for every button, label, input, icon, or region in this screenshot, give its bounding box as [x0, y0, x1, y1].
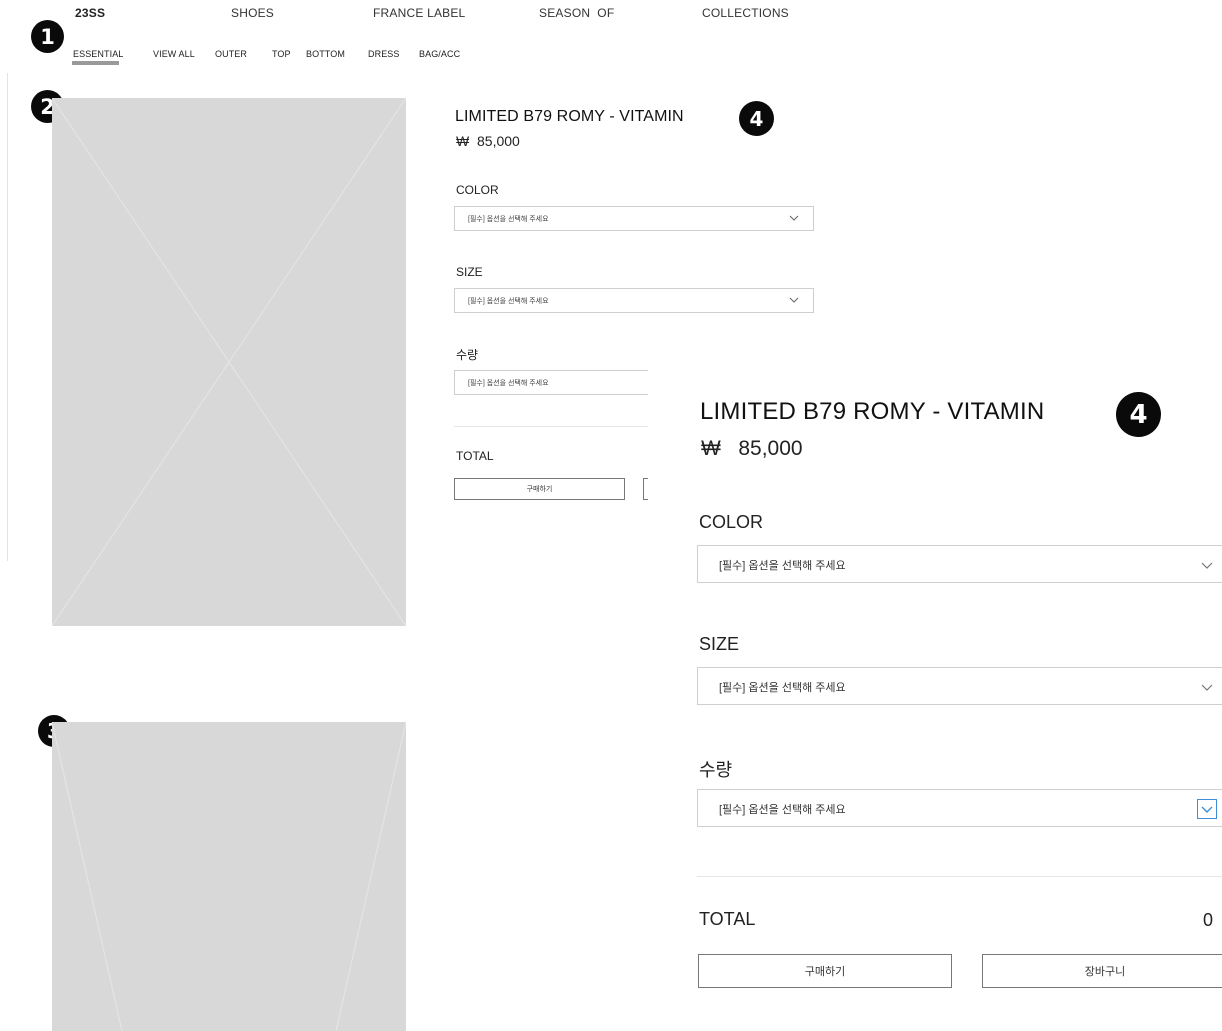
size-label: SIZE — [456, 265, 483, 279]
nav-item-23ss[interactable]: 23SS — [75, 6, 105, 20]
quantity-select[interactable]: [필수] 옵션을 선택해 주세요 — [454, 370, 654, 395]
active-subnav-underline — [72, 61, 119, 65]
annotation-badge-4-large: 4 — [1116, 392, 1161, 437]
quantity-label: 수량 — [456, 348, 479, 362]
currency-symbol: ₩ — [456, 133, 470, 149]
nav-item-collections[interactable]: COLLECTIONS — [702, 6, 789, 20]
nav-item-season-of[interactable]: SEASON OF — [539, 6, 614, 20]
zoomed-total-label: TOTAL — [699, 909, 756, 929]
chevron-down-icon — [789, 297, 799, 303]
zoomed-quantity-select[interactable]: [필수] 옵션을 선택해 주세요 — [697, 789, 1222, 827]
annotation-badge-1: 1 — [31, 20, 64, 53]
chevron-down-icon — [789, 215, 799, 221]
subnav-item-dress[interactable]: DRESS — [368, 49, 400, 59]
subnav-item-essential[interactable]: ESSENTIAL — [73, 49, 123, 59]
chevron-down-icon — [1201, 684, 1213, 691]
image-placeholder-icon — [52, 722, 406, 1031]
color-label: COLOR — [456, 183, 499, 197]
product-title: LIMITED B79 ROMY - VITAMIN — [455, 108, 684, 125]
buy-button[interactable]: 구매하기 — [454, 478, 625, 500]
total-label: TOTAL — [456, 449, 494, 463]
zoomed-color-select[interactable]: [필수] 옵션을 선택해 주세요 — [697, 545, 1222, 583]
subnav-item-top[interactable]: TOP — [272, 49, 291, 59]
chevron-down-icon[interactable] — [1199, 801, 1215, 817]
color-select[interactable]: [필수] 옵션을 선택해 주세요 — [454, 206, 814, 231]
size-select-placeholder: [필수] 옵션을 선택해 주세요 — [719, 682, 846, 694]
zoomed-quantity-label: 수량 — [699, 760, 733, 780]
price-value: 85,000 — [477, 133, 520, 149]
zoomed-product-price: ₩ 85,000 — [701, 437, 803, 461]
size-select-placeholder: [필수] 옵션을 선택해 주세요 — [468, 298, 549, 305]
product-price: ₩ 85,000 — [456, 133, 520, 149]
color-select-placeholder: [필수] 옵션을 선택해 주세요 — [468, 216, 549, 223]
product-image-secondary[interactable] — [52, 722, 406, 1031]
zoomed-product-title: LIMITED B79 ROMY - VITAMIN — [700, 398, 1045, 425]
zoomed-total-value: 0 — [1203, 910, 1214, 930]
zoomed-options-divider — [697, 876, 1222, 877]
color-select-placeholder: [필수] 옵션을 선택해 주세요 — [719, 560, 846, 572]
zoomed-buy-button[interactable]: 구매하기 — [698, 954, 952, 988]
image-placeholder-icon — [52, 98, 406, 626]
zoomed-size-label: SIZE — [699, 634, 740, 654]
annotation-badge-4-small: 4 — [739, 101, 774, 136]
subnav-item-outer[interactable]: OUTER — [215, 49, 247, 59]
currency-symbol: ₩ — [701, 437, 721, 460]
layout-guide-line — [7, 73, 8, 561]
quantity-select-placeholder: [필수] 옵션을 선택해 주세요 — [468, 380, 549, 387]
options-divider — [454, 426, 648, 427]
nav-item-shoes[interactable]: SHOES — [231, 6, 274, 20]
chevron-down-icon — [1201, 562, 1213, 569]
quantity-select-placeholder: [필수] 옵션을 선택해 주세요 — [719, 804, 846, 816]
nav-item-france-label[interactable]: FRANCE LABEL — [373, 6, 465, 20]
size-select[interactable]: [필수] 옵션을 선택해 주세요 — [454, 288, 814, 313]
zoomed-cart-button[interactable]: 장바구니 — [982, 954, 1222, 988]
product-image-main[interactable] — [52, 98, 406, 626]
zoomed-color-label: COLOR — [699, 512, 764, 532]
subnav-item-bottom[interactable]: BOTTOM — [306, 49, 345, 59]
subnav-item-bag-acc[interactable]: BAG/ACC — [419, 49, 460, 59]
price-value: 85,000 — [738, 437, 803, 460]
subnav-item-view-all[interactable]: VIEW ALL — [153, 49, 195, 59]
zoomed-size-select[interactable]: [필수] 옵션을 선택해 주세요 — [697, 667, 1222, 705]
